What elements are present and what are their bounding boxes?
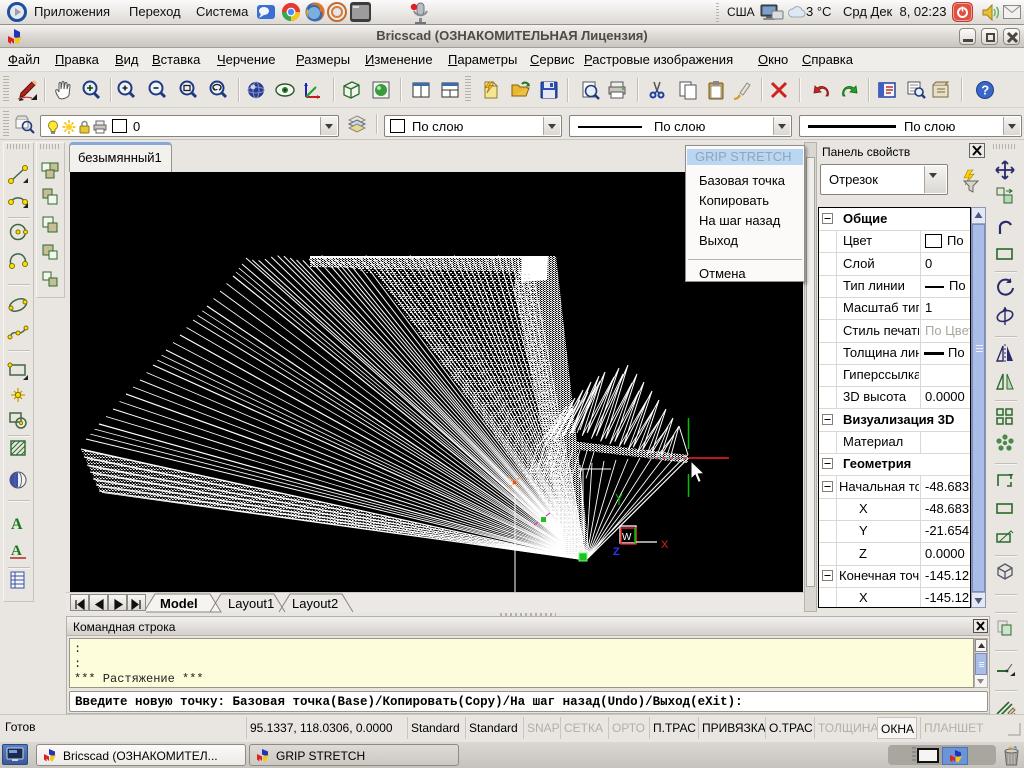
- svg-text:X: X: [661, 539, 669, 551]
- svg-text:Layout2: Layout2: [292, 596, 338, 611]
- svg-text:Layout1: Layout1: [228, 596, 274, 611]
- svg-text:W: W: [622, 532, 632, 543]
- svg-text:A: A: [11, 516, 23, 533]
- svg-text:Model: Model: [160, 596, 198, 611]
- svg-text:Z: Z: [613, 546, 620, 558]
- svg-text:?: ?: [981, 83, 989, 98]
- svg-text:A: A: [11, 543, 22, 559]
